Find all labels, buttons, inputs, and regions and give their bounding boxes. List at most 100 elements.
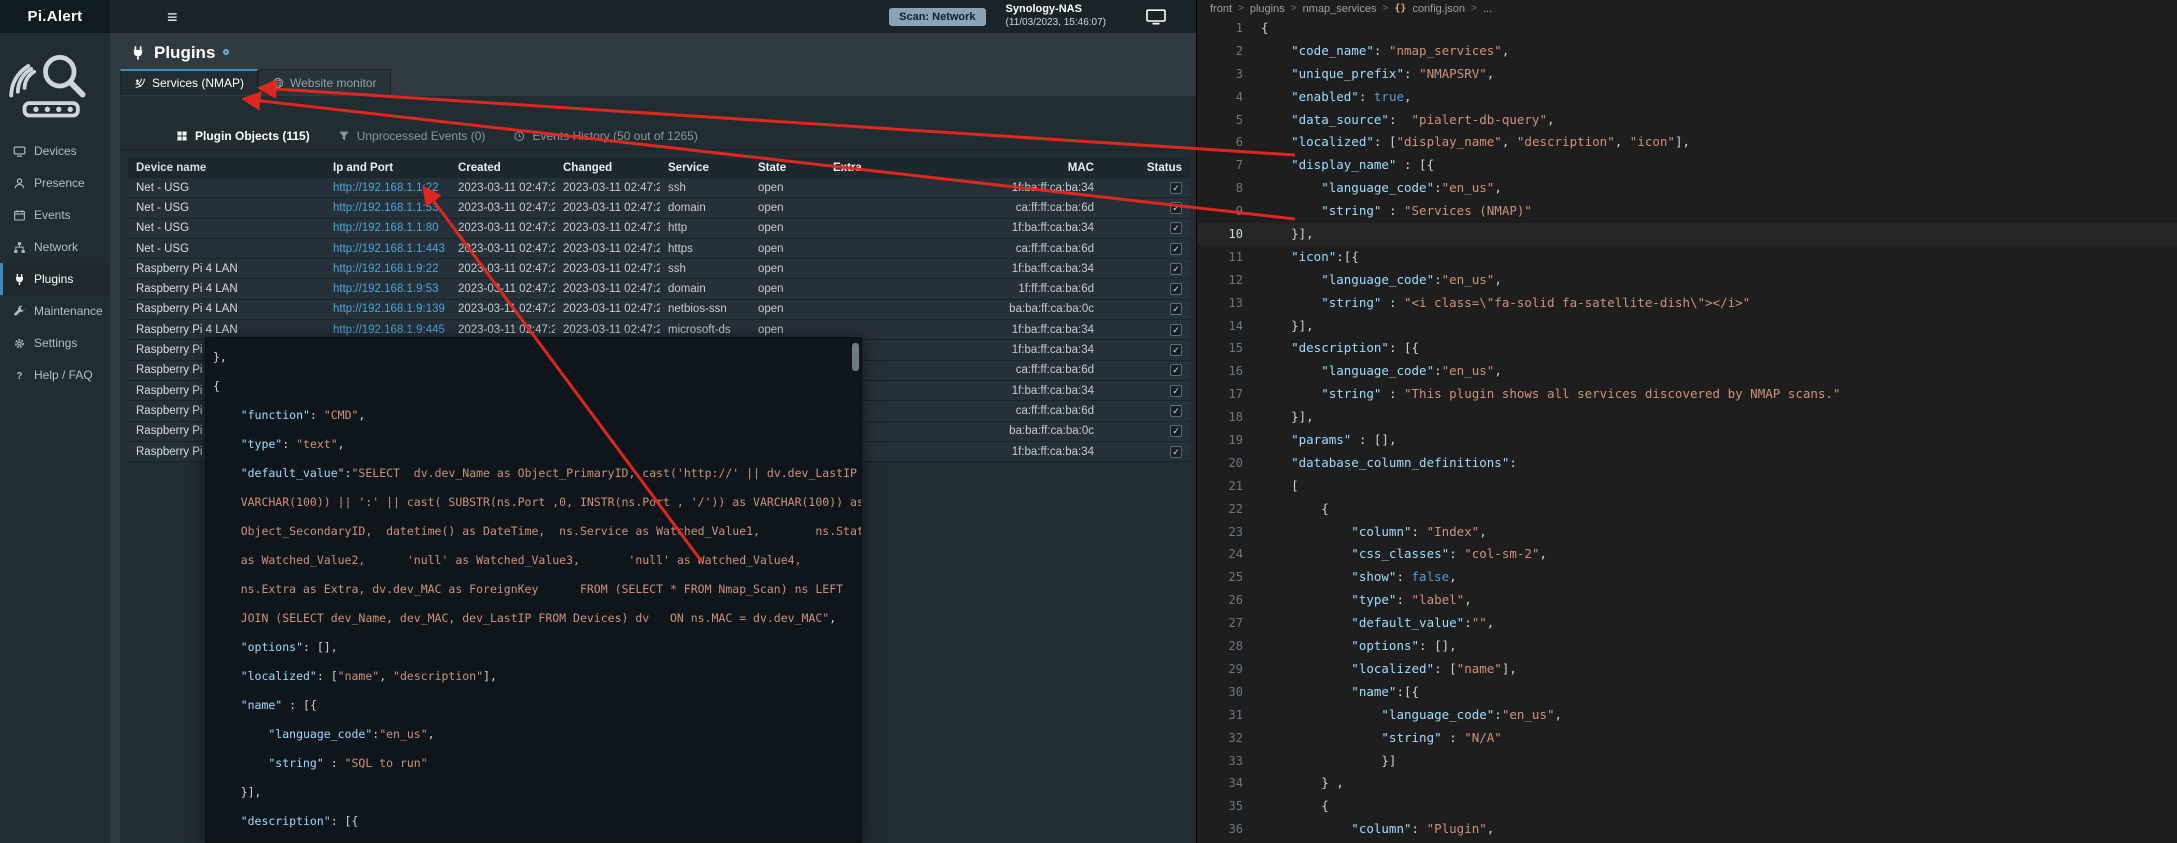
ip-port-url[interactable]: http://192.168.1.1:443 <box>333 243 445 255</box>
editor-line[interactable]: 29 "localized": ["name"], <box>1197 658 2177 681</box>
tab-services-nmap[interactable]: Services (NMAP) <box>120 69 258 95</box>
tab-website-monitor[interactable]: Website monitor <box>258 69 390 95</box>
status-checkbox[interactable]: ✓ <box>1170 425 1182 437</box>
ip-port-link[interactable]: http://192.168.1.1:53 <box>325 198 450 217</box>
sidebar-item-help[interactable]: ?Help / FAQ <box>0 359 110 391</box>
editor-line[interactable]: 19 "params" : [], <box>1197 429 2177 452</box>
editor-line[interactable]: 7 "display_name" : [{ <box>1197 154 2177 177</box>
code-token: : [ <box>317 669 338 683</box>
sidebar-item-events[interactable]: Events <box>0 199 110 231</box>
column-header[interactable]: Status <box>1100 158 1190 177</box>
editor-line[interactable]: 30 "name":[{ <box>1197 681 2177 704</box>
editor-line[interactable]: 2 "code_name": "nmap_services", <box>1197 40 2177 63</box>
status-checkbox[interactable]: ✓ <box>1170 182 1182 194</box>
ip-port-url[interactable]: http://192.168.1.9:53 <box>333 283 439 295</box>
subtab-plugin-objects[interactable]: Plugin Objects (115) <box>176 122 310 149</box>
breadcrumb-item[interactable]: nmap_services <box>1303 3 1377 15</box>
status-checkbox[interactable]: ✓ <box>1170 263 1182 275</box>
editor-line[interactable]: 36 "column": "Plugin", <box>1197 818 2177 841</box>
tooltip-scrollbar[interactable] <box>852 343 859 371</box>
editor-line[interactable]: 11 "icon":[{ <box>1197 246 2177 269</box>
ip-port-link[interactable]: http://192.168.1.9:22 <box>325 259 450 278</box>
status-checkbox[interactable]: ✓ <box>1170 283 1182 295</box>
editor-line[interactable]: 6 "localized": ["display_name", "descrip… <box>1197 131 2177 154</box>
editor-line[interactable]: 22 { <box>1197 498 2177 521</box>
ip-port-url[interactable]: http://192.168.1.1:80 <box>333 222 439 234</box>
editor-line[interactable]: 25 "show": false, <box>1197 566 2177 589</box>
breadcrumb-item[interactable]: config.json <box>1412 3 1465 15</box>
ip-port-link[interactable]: http://192.168.1.1:22 <box>325 178 450 197</box>
breadcrumb-item[interactable]: plugins <box>1250 3 1285 15</box>
editor-line[interactable]: 18 }], <box>1197 406 2177 429</box>
editor-line[interactable]: 13 "string" : "<i class=\"fa-solid fa-sa… <box>1197 292 2177 315</box>
breadcrumb-item[interactable]: ... <box>1483 3 1492 15</box>
editor-line[interactable]: 8 "language_code":"en_us", <box>1197 177 2177 200</box>
editor-line[interactable]: 27 "default_value":"", <box>1197 612 2177 635</box>
status-checkbox[interactable]: ✓ <box>1170 385 1182 397</box>
editor-line[interactable]: 4 "enabled": true, <box>1197 86 2177 109</box>
ip-port-url[interactable]: http://192.168.1.9:139 <box>333 303 445 315</box>
editor-line[interactable]: 32 "string" : "N/A" <box>1197 727 2177 750</box>
column-header[interactable]: State <box>750 158 825 177</box>
editor-line[interactable]: 9 "string" : "Services (NMAP)" <box>1197 200 2177 223</box>
status-checkbox[interactable]: ✓ <box>1170 364 1182 376</box>
column-header[interactable]: Ip and Port <box>325 158 450 177</box>
column-header[interactable]: Service <box>660 158 750 177</box>
editor-line[interactable]: 5 "data_source": "pialert-db-query", <box>1197 109 2177 132</box>
editor-line[interactable]: 1{ <box>1197 17 2177 40</box>
info-badge[interactable] <box>223 49 229 55</box>
status-checkbox[interactable]: ✓ <box>1170 243 1182 255</box>
code-token: , <box>428 727 435 741</box>
ip-port-url[interactable]: http://192.168.1.9:445 <box>333 324 445 336</box>
status-checkbox[interactable]: ✓ <box>1170 202 1182 214</box>
ip-port-link[interactable]: http://192.168.1.9:53 <box>325 279 450 298</box>
editor-line[interactable]: 3 "unique_prefix": "NMAPSRV", <box>1197 63 2177 86</box>
sidebar-item-maintenance[interactable]: Maintenance <box>0 295 110 327</box>
column-header[interactable]: MAC <box>950 158 1100 177</box>
sidebar-item-presence[interactable]: Presence <box>0 167 110 199</box>
editor-line[interactable]: 16 "language_code":"en_us", <box>1197 360 2177 383</box>
editor-line[interactable]: 12 "language_code":"en_us", <box>1197 269 2177 292</box>
ip-port-url[interactable]: http://192.168.1.1:22 <box>333 182 439 194</box>
subtab-unprocessed-events[interactable]: Unprocessed Events (0) <box>338 122 486 149</box>
editor-line[interactable]: 24 "css_classes": "col-sm-2", <box>1197 543 2177 566</box>
ip-port-url[interactable]: http://192.168.1.9:22 <box>333 263 439 275</box>
ip-port-url[interactable]: http://192.168.1.1:53 <box>333 202 439 214</box>
sidebar-item-devices[interactable]: Devices <box>0 135 110 167</box>
editor-line[interactable]: 31 "language_code":"en_us", <box>1197 704 2177 727</box>
editor-line[interactable]: 14 }], <box>1197 315 2177 338</box>
editor-line[interactable]: 17 "string" : "This plugin shows all ser… <box>1197 383 2177 406</box>
editor-line[interactable]: 26 "type": "label", <box>1197 589 2177 612</box>
status-checkbox[interactable]: ✓ <box>1170 222 1182 234</box>
state-cell: open <box>750 198 825 217</box>
ip-port-link[interactable]: http://192.168.1.1:443 <box>325 239 450 258</box>
menu-toggle-icon[interactable]: ≡ <box>167 8 178 26</box>
editor-line[interactable]: 10 }], <box>1197 223 2177 246</box>
status-checkbox[interactable]: ✓ <box>1170 303 1182 315</box>
editor-line[interactable]: 21 [ <box>1197 475 2177 498</box>
column-header[interactable]: Extra <box>825 158 950 177</box>
editor-line[interactable]: 15 "description": [{ <box>1197 337 2177 360</box>
editor-line[interactable]: 20 "database_column_definitions": <box>1197 452 2177 475</box>
editor-line[interactable]: 23 "column": "Index", <box>1197 521 2177 544</box>
workstation-icon[interactable] <box>1146 9 1166 25</box>
editor-line[interactable]: 35 { <box>1197 795 2177 818</box>
status-checkbox[interactable]: ✓ <box>1170 405 1182 417</box>
editor-line[interactable]: 28 "options": [], <box>1197 635 2177 658</box>
breadcrumb-item[interactable]: front <box>1210 3 1232 15</box>
editor-line[interactable]: 33 }] <box>1197 750 2177 773</box>
subtab-events-history[interactable]: Events History (50 out of 1265) <box>513 122 697 149</box>
column-header[interactable]: Device name <box>128 158 325 177</box>
sidebar-item-network[interactable]: Network <box>0 231 110 263</box>
sidebar-item-plugins[interactable]: Plugins <box>0 263 110 295</box>
editor-line[interactable]: 34 } , <box>1197 772 2177 795</box>
status-checkbox[interactable]: ✓ <box>1170 324 1182 336</box>
status-checkbox[interactable]: ✓ <box>1170 446 1182 458</box>
sidebar-item-settings[interactable]: Settings <box>0 327 110 359</box>
ip-port-link[interactable]: http://192.168.1.9:139 <box>325 300 450 319</box>
column-header[interactable]: Created <box>450 158 555 177</box>
app-logo[interactable]: Pi.Alert <box>0 0 110 33</box>
ip-port-link[interactable]: http://192.168.1.1:80 <box>325 219 450 238</box>
status-checkbox[interactable]: ✓ <box>1170 344 1182 356</box>
column-header[interactable]: Changed <box>555 158 660 177</box>
